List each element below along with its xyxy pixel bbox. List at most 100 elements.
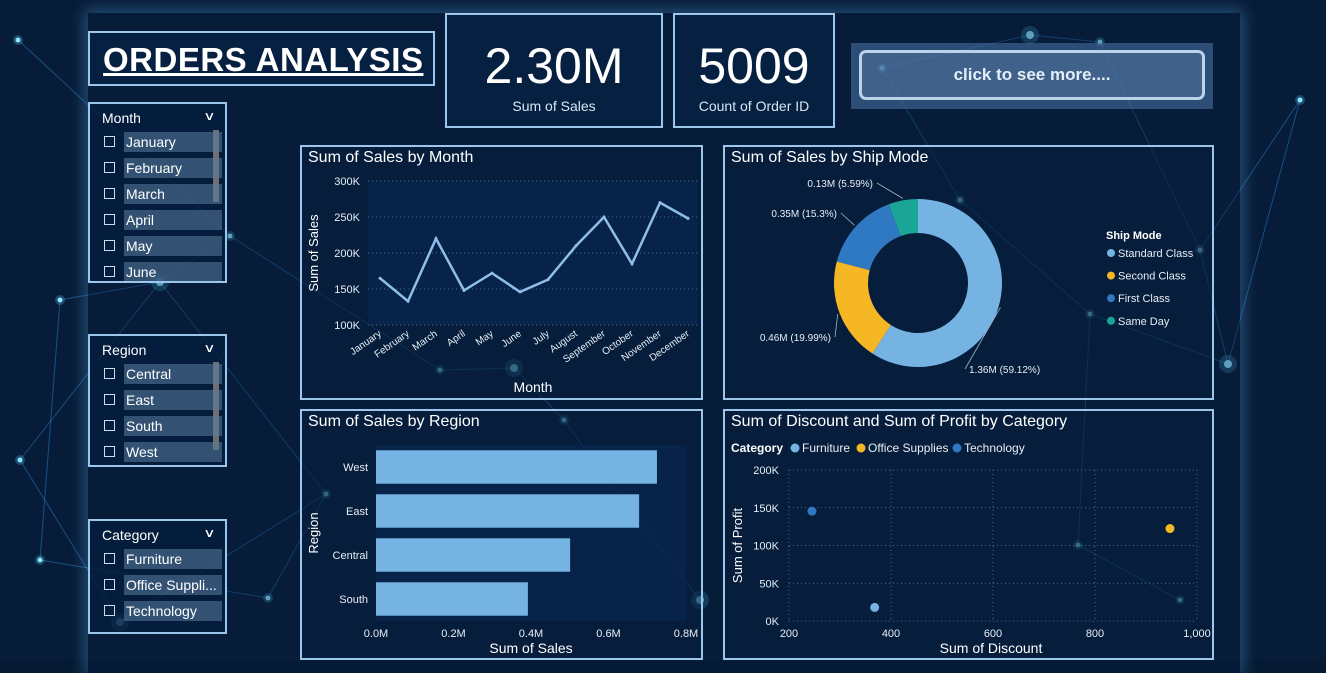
x-tick-label: 600 <box>984 628 1002 640</box>
x-tick-label: March <box>411 328 440 353</box>
y-tick-label: 150K <box>334 284 360 296</box>
slicer-item-label: Technology <box>124 601 222 621</box>
y-tick-label: 250K <box>334 212 360 224</box>
slicer-item-month[interactable]: January <box>102 132 222 152</box>
checkbox[interactable] <box>104 579 115 590</box>
y-tick-label: 150K <box>753 503 779 515</box>
data-point <box>406 299 410 303</box>
legend-marker <box>1107 249 1115 257</box>
month-slicer: Month ∨ January February March April May… <box>88 102 227 283</box>
slicer-item-label: March <box>124 184 222 204</box>
kpi-orders-label: Count of Order ID <box>698 98 810 114</box>
x-tick-label: 400 <box>882 628 900 640</box>
slicer-item-month[interactable]: April <box>102 210 222 230</box>
sales-by-month-panel: Sum of Sales by Month 100K 150K 200K 250K 30… <box>300 145 703 400</box>
slicer-item-label: West <box>124 442 222 462</box>
bar <box>376 494 640 528</box>
slicer-item-region[interactable]: West <box>102 442 222 462</box>
slicer-item-month[interactable]: June <box>102 262 222 281</box>
bar <box>376 538 571 572</box>
legend-marker <box>1107 316 1115 325</box>
sales-by-shipmode-chart: 1.36M (59.12%) 0.46M (19.99%) 0.35M (15.3%… <box>760 179 1194 376</box>
slicer-item-label: Office Suppli... <box>124 575 222 595</box>
slicer-item-region[interactable]: South <box>102 416 222 436</box>
legend-title: Category <box>731 441 783 455</box>
y-tick-label: 100K <box>753 541 779 553</box>
y-tick-label: 0K <box>766 616 780 628</box>
leader-line <box>876 182 904 199</box>
slicer-item-region[interactable]: East <box>102 390 222 410</box>
y-tick-label: 200K <box>753 465 779 477</box>
y-axis-title: Sum of Sales <box>306 214 321 292</box>
discount-profit-panel: Sum of Discount and Sum of Profit by Cat… <box>723 409 1214 660</box>
checkbox[interactable] <box>104 188 115 199</box>
legend-marker <box>790 443 800 453</box>
slice-label: 0.13M (5.59%) <box>807 179 873 190</box>
checkbox[interactable] <box>104 266 115 277</box>
legend-label: Technology <box>964 441 1025 455</box>
scatter-point <box>807 506 817 516</box>
checkbox[interactable] <box>104 605 115 616</box>
leader-line <box>840 212 855 226</box>
chevron-down-icon[interactable]: ∨ <box>203 109 215 123</box>
slicer-item-category[interactable]: Furniture <box>102 549 222 569</box>
kpi-card-orders: 5009 Count of Order ID <box>673 13 835 128</box>
y-tick-label: Central <box>333 550 368 562</box>
panel-title: Sum of Discount and Sum of Profit by Cat… <box>731 413 1068 430</box>
slicer-item-category[interactable]: Office Suppli... <box>102 575 222 595</box>
region-slicer: Region ∨ Central East South West <box>88 334 227 467</box>
y-axis-title: Region <box>306 512 321 553</box>
x-tick-label: 0.8M <box>674 628 698 640</box>
slicer-item-label: East <box>124 390 222 410</box>
y-axis-title: Sum of Profit <box>730 508 745 584</box>
checkbox[interactable] <box>104 162 115 173</box>
slice-label: 0.35M (15.3%) <box>771 209 837 220</box>
slicer-item-label: February <box>124 158 222 178</box>
network-node <box>1297 97 1303 103</box>
kpi-sales-value: 2.30M <box>484 38 624 94</box>
checkbox[interactable] <box>104 446 115 457</box>
slicer-item-category[interactable]: Technology <box>102 601 222 621</box>
legend-title: Ship Mode <box>1106 230 1162 242</box>
legend-marker <box>952 443 962 453</box>
checkbox[interactable] <box>104 394 115 405</box>
slicer-item-label: South <box>124 416 222 436</box>
slicer-item-month[interactable]: May <box>102 236 222 256</box>
y-tick-label: 100K <box>334 320 360 332</box>
legend-label: Standard Class <box>1118 248 1194 260</box>
leader-line <box>834 313 839 338</box>
x-tick-label: 1,000 <box>1183 628 1211 640</box>
chevron-down-icon[interactable]: ∨ <box>203 341 215 355</box>
x-tick-label: 0.2M <box>441 628 465 640</box>
data-point <box>602 215 606 219</box>
legend-marker <box>1107 294 1115 303</box>
x-tick-label: 0.4M <box>519 628 543 640</box>
slicer-item-label: June <box>124 262 222 281</box>
checkbox[interactable] <box>104 136 115 147</box>
report-title: ORDERS ANALYSIS <box>103 41 424 78</box>
bar <box>376 450 657 484</box>
slicer-item-region[interactable]: Central <box>102 364 222 384</box>
sales-by-region-panel: Sum of Sales by Region West East Central So… <box>300 409 703 660</box>
chevron-down-icon[interactable]: ∨ <box>203 526 215 540</box>
data-point <box>686 216 690 220</box>
slicer-item-label: Central <box>124 364 222 384</box>
sales-by-region-chart: West East Central South 0.0M 0.2M 0.4M 0.6M 0.8M… <box>306 445 698 656</box>
scatter-point <box>870 602 880 612</box>
checkbox[interactable] <box>104 553 115 564</box>
checkbox[interactable] <box>104 214 115 225</box>
discount-profit-chart: Category Furniture Office Supplies Technolo… <box>730 441 1211 656</box>
sales-by-month-chart: 100K150K200K250K300KJanuaryFebruaryMarch… <box>306 176 698 395</box>
y-tick-label: East <box>346 506 368 518</box>
slicer-item-month[interactable]: March <box>102 184 222 204</box>
data-point <box>574 244 578 248</box>
checkbox[interactable] <box>104 420 115 431</box>
data-point <box>546 278 550 282</box>
region-slicer-title: Region <box>102 342 147 358</box>
checkbox[interactable] <box>104 240 115 251</box>
slicer-item-month[interactable]: February <box>102 158 222 178</box>
scatter-point <box>1165 524 1175 534</box>
see-more-button[interactable]: click to see more.... <box>859 50 1205 100</box>
checkbox[interactable] <box>104 368 115 379</box>
y-tick-label: South <box>339 594 368 606</box>
